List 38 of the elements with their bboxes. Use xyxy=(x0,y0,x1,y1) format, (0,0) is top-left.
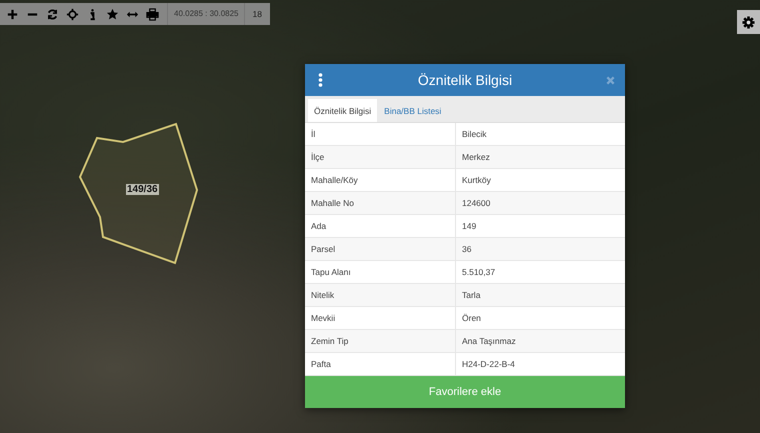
table-cell-text: İl xyxy=(310,128,316,141)
plus-icon xyxy=(6,8,18,20)
table-cell-text: Zemin Tip xyxy=(310,335,350,348)
printer-icon xyxy=(146,8,158,20)
dialog-title: Öznitelik Bilgisi xyxy=(416,72,514,88)
tab[interactable]: Bina/BB Listesi xyxy=(378,99,448,122)
table-cell-text: Parsel xyxy=(310,243,336,256)
table-cell: Kurtköy xyxy=(455,169,625,191)
vertical-dots-icon xyxy=(318,73,322,87)
zoom-level: 18 xyxy=(244,3,270,25)
crosshair-icon xyxy=(66,8,78,20)
table-cell-text: Pafta xyxy=(310,358,332,371)
table-cell: 36 xyxy=(455,238,625,260)
table-cell-text: Mahalle No xyxy=(310,197,355,210)
table-cell-text: Tapu Alanı xyxy=(310,266,352,279)
refresh-icon xyxy=(46,8,58,20)
settings-icon xyxy=(742,16,755,28)
table-cell-text: İlçe xyxy=(310,151,326,164)
star-icon xyxy=(106,8,118,20)
table-cell: 149 xyxy=(455,215,625,237)
settings-button[interactable] xyxy=(737,10,760,34)
table-cell: 5.510,37 xyxy=(455,261,625,283)
table-cell: H24-D-22-B-4 xyxy=(455,353,625,375)
coordinates-readout: 40.0285 : 30.0825 xyxy=(167,3,244,25)
table-cell: Ana Taşınmaz xyxy=(455,330,625,352)
table-cell-text: Mahalle/Köy xyxy=(310,174,359,187)
add-favorites-button[interactable]: Favorilere ekle xyxy=(305,376,625,408)
table-cell: Ören xyxy=(455,307,625,329)
table-cell-text: Ada xyxy=(310,220,328,233)
parcel-label: 149/36 xyxy=(126,184,159,195)
table-cell-text: Nitelik xyxy=(310,289,336,302)
table-cell: Merkez xyxy=(455,146,625,168)
table-cell: Tarla xyxy=(455,284,625,306)
tab[interactable]: Öznitelik Bilgisi xyxy=(308,99,378,122)
table-cell: Bilecik xyxy=(455,123,625,145)
table-cell-text: Mevkii xyxy=(310,312,336,325)
table-cell: 124600 xyxy=(455,192,625,214)
close-icon xyxy=(606,76,614,84)
